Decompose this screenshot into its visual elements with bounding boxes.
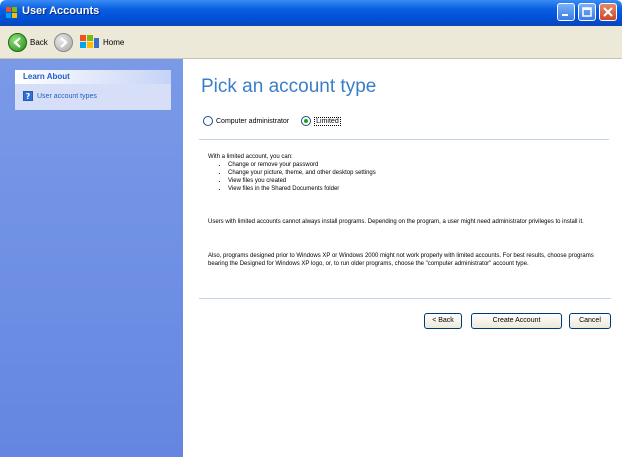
close-icon <box>603 7 613 17</box>
install-note: Users with limited accounts cannot alway… <box>208 219 584 225</box>
learn-about-header: Learn About <box>15 70 171 84</box>
account-type-selector: Computer administrator Limited <box>203 116 341 126</box>
radio-computer-administrator[interactable] <box>203 116 213 126</box>
cancel-button[interactable]: Cancel <box>569 313 611 329</box>
radio-label-limited[interactable]: Limited <box>314 116 341 126</box>
forward-arrow-icon <box>54 32 73 52</box>
maximize-icon <box>582 7 592 17</box>
window-title: User Accounts <box>22 5 100 17</box>
minimize-button[interactable] <box>557 3 575 21</box>
divider <box>199 139 609 140</box>
back-tool-label: Back <box>30 37 48 47</box>
learn-about-panel: Learn About ? User account types <box>15 70 171 110</box>
sidebar-item-user-account-types[interactable]: ? User account types <box>23 91 97 101</box>
divider <box>199 298 611 299</box>
close-button[interactable] <box>599 3 617 21</box>
toolbar: Back Home <box>0 26 622 59</box>
capabilities-list: Change or remove your password Change yo… <box>208 161 613 193</box>
limited-account-description: With a limited account, you can: Change … <box>208 153 613 193</box>
compatibility-note: Also, programs designed prior to Windows… <box>208 253 594 267</box>
main-content: Pick an account type Computer administra… <box>183 59 622 457</box>
intro-text: With a limited account, you can: <box>208 154 293 160</box>
maximize-button[interactable] <box>578 3 596 21</box>
sidebar: Learn About ? User account types <box>0 59 183 457</box>
help-icon: ? <box>23 91 33 101</box>
back-tool-button[interactable]: Back <box>8 32 48 52</box>
title-bar: User Accounts <box>0 0 622 26</box>
back-arrow-icon <box>8 32 27 52</box>
page-title: Pick an account type <box>201 76 377 97</box>
minimize-icon <box>562 14 568 16</box>
home-icon <box>80 35 99 48</box>
list-item: Change your picture, theme, and other de… <box>228 169 613 177</box>
list-item: View files you created <box>228 177 613 185</box>
user-accounts-window: User Accounts Back Home Learn About ? Us… <box>0 0 622 457</box>
create-account-button[interactable]: Create Account <box>471 313 562 329</box>
forward-tool-button[interactable] <box>54 32 73 52</box>
svg-text:?: ? <box>26 92 31 101</box>
radio-label-computer-administrator[interactable]: Computer administrator <box>216 118 289 125</box>
home-tool-button[interactable]: Home <box>80 32 124 52</box>
user-accounts-icon <box>6 7 17 18</box>
list-item: Change or remove your password <box>228 161 613 169</box>
sidebar-item-label[interactable]: User account types <box>37 93 97 100</box>
home-tool-label: Home <box>103 37 125 47</box>
back-button[interactable]: < Back <box>424 313 462 329</box>
list-item: View files in the Shared Documents folde… <box>228 185 613 193</box>
radio-limited[interactable] <box>301 116 312 126</box>
